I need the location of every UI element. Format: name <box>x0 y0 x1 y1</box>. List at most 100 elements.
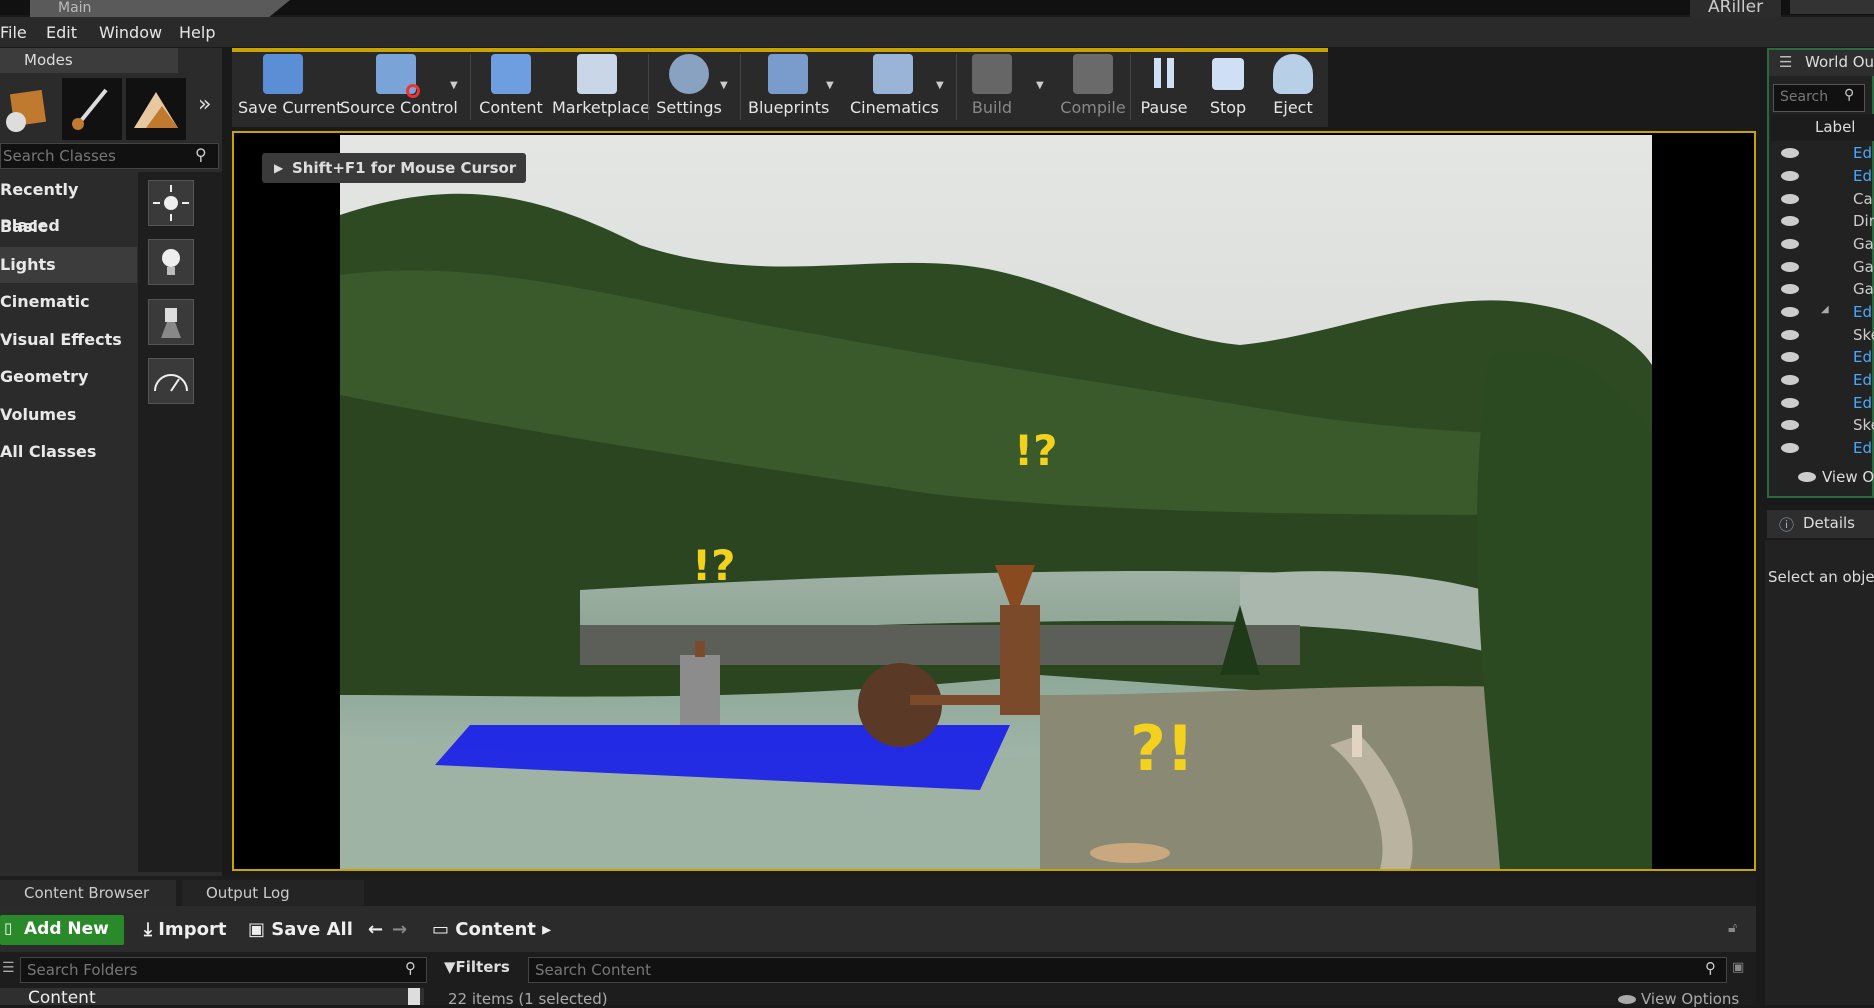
category-lights[interactable]: Lights <box>0 247 137 283</box>
visibility-eye-icon[interactable] <box>1781 307 1799 317</box>
outliner-label-column-header[interactable]: Label <box>1771 114 1874 141</box>
build-button[interactable]: Build <box>964 52 1020 122</box>
window-controls[interactable] <box>1790 0 1874 14</box>
outliner-search-input[interactable]: Search ⚲ <box>1773 84 1865 112</box>
outliner-row[interactable]: Ske <box>1771 324 1874 347</box>
visibility-eye-icon[interactable] <box>1781 420 1799 430</box>
settings-button[interactable]: Settings <box>656 52 722 122</box>
settings-dropdown-icon[interactable]: ▼ <box>720 80 728 91</box>
more-modes-icon[interactable]: » <box>198 92 211 117</box>
visibility-eye-icon[interactable] <box>1781 375 1799 385</box>
place-mode-icon[interactable] <box>0 78 60 140</box>
blueprints-button[interactable]: Blueprints <box>748 52 829 122</box>
cinematics-button[interactable]: Cinematics <box>850 52 939 122</box>
visibility-eye-icon[interactable] <box>1781 284 1799 294</box>
build-dropdown-icon[interactable]: ▼ <box>1036 80 1044 91</box>
eye-icon <box>1798 472 1816 482</box>
blueprints-dropdown-icon[interactable]: ▼ <box>826 80 834 91</box>
stop-button[interactable]: Stop <box>1200 52 1256 122</box>
history-forward-icon[interactable]: → <box>392 919 407 940</box>
import-button[interactable]: ⤓ Import <box>144 919 226 940</box>
visibility-eye-icon[interactable] <box>1781 262 1799 272</box>
visibility-eye-icon[interactable] <box>1781 148 1799 158</box>
directional-light-icon[interactable] <box>148 180 194 226</box>
search-content-input[interactable]: Search Content ⚲ <box>528 957 1727 983</box>
marketplace-button[interactable]: Marketplace <box>552 52 650 122</box>
content-view-options-label: View Options <box>1641 990 1740 1008</box>
source-control-button[interactable]: Source Control <box>340 52 458 122</box>
category-recently-placed[interactable]: Recently Placed <box>0 172 137 235</box>
save-icon <box>263 54 303 94</box>
new-file-icon: ▯ <box>4 919 13 937</box>
cinematics-dropdown-icon[interactable]: ▼ <box>936 80 944 91</box>
content-view-options-button[interactable]: View Options <box>1618 990 1739 1008</box>
category-volumes[interactable]: Volumes <box>0 397 137 433</box>
save-current-button[interactable]: Save Current <box>238 52 342 122</box>
content-path-breadcrumb[interactable]: ▭ Content ▸ <box>432 919 551 940</box>
search-icon: ⚲ <box>405 959 416 977</box>
category-cinematic[interactable]: Cinematic <box>0 284 137 320</box>
category-visual-effects[interactable]: Visual Effects <box>0 322 137 358</box>
scene-view[interactable]: !? !? ?! <box>340 135 1652 869</box>
lock-icon[interactable]: 🔓︎ <box>1728 920 1737 936</box>
sources-toggle-icon[interactable]: ☰ <box>2 960 15 976</box>
content-button[interactable]: Content <box>478 52 544 122</box>
outliner-row[interactable]: Ed <box>1771 392 1874 415</box>
save-all-button[interactable]: ▣ Save All <box>248 919 353 940</box>
eject-button[interactable]: Eject <box>1262 52 1324 122</box>
content-folder-tree-item[interactable]: Content <box>0 988 424 1008</box>
search-folders-input[interactable]: Search Folders ⚲ <box>20 957 427 983</box>
source-control-dropdown-icon[interactable]: ▼ <box>450 80 458 91</box>
point-light-icon[interactable] <box>148 239 194 285</box>
menu-file[interactable]: File <box>0 23 27 42</box>
filters-button[interactable]: ▼Filters <box>444 958 510 976</box>
outliner-row[interactable]: Dire <box>1771 210 1874 233</box>
modes-tab[interactable]: Modes <box>0 48 178 73</box>
details-tab[interactable]: ⓘ Details <box>1767 510 1874 538</box>
paint-mode-icon[interactable] <box>62 78 122 140</box>
pause-button[interactable]: Pause <box>1136 52 1192 122</box>
compile-button[interactable]: Compile <box>1060 52 1126 122</box>
outliner-row[interactable]: Gar <box>1771 256 1874 279</box>
visibility-eye-icon[interactable] <box>1781 194 1799 204</box>
output-log-tab[interactable]: Output Log <box>182 880 364 906</box>
outliner-row[interactable]: Ed <box>1771 142 1874 165</box>
outliner-row[interactable]: Car <box>1771 188 1874 211</box>
outliner-row[interactable]: Gar <box>1771 233 1874 256</box>
visibility-eye-icon[interactable] <box>1781 330 1799 340</box>
outliner-row[interactable]: Gar <box>1771 278 1874 301</box>
outliner-view-options-button[interactable]: View Op <box>1798 468 1874 486</box>
world-outliner-tab[interactable]: ☰ World Out <box>1769 50 1874 76</box>
expand-arrow-icon[interactable]: ◢ <box>1821 304 1829 315</box>
menu-window[interactable]: Window <box>99 23 162 42</box>
category-all-classes[interactable]: All Classes <box>0 434 137 470</box>
window-tab[interactable]: Main <box>30 0 290 17</box>
outliner-row[interactable]: Ed <box>1771 165 1874 188</box>
visibility-eye-icon[interactable] <box>1781 443 1799 453</box>
outliner-row[interactable]: Ed <box>1771 346 1874 369</box>
visibility-eye-icon[interactable] <box>1781 352 1799 362</box>
search-classes-input[interactable]: Search Classes ⚲ <box>0 143 219 169</box>
landscape-mode-icon[interactable] <box>126 78 186 140</box>
save-all-label: Save All <box>271 919 353 940</box>
content-browser-tab[interactable]: Content Browser <box>0 880 176 906</box>
menu-help[interactable]: Help <box>179 23 215 42</box>
spot-light-icon[interactable] <box>148 299 194 345</box>
add-new-button[interactable]: ▯ Add New <box>0 915 124 945</box>
history-back-icon[interactable]: ← <box>368 919 383 940</box>
level-viewport[interactable]: !? !? ?! ▶ Shift+F1 for Mouse Cursor <box>232 131 1756 871</box>
visibility-eye-icon[interactable] <box>1781 171 1799 181</box>
save-search-icon[interactable]: ▣ <box>1732 960 1744 975</box>
outliner-row[interactable]: Ske <box>1771 414 1874 437</box>
menu-edit[interactable]: Edit <box>46 23 77 42</box>
visibility-eye-icon[interactable] <box>1781 398 1799 408</box>
visibility-eye-icon[interactable] <box>1781 216 1799 226</box>
outliner-row[interactable]: Ed <box>1771 369 1874 392</box>
category-geometry[interactable]: Geometry <box>0 359 137 395</box>
outliner-row[interactable]: ◢ Ed <box>1771 301 1874 324</box>
outliner-row[interactable]: Ed <box>1771 437 1874 460</box>
visibility-eye-icon[interactable] <box>1781 239 1799 249</box>
sky-light-icon[interactable] <box>148 358 194 404</box>
category-basic[interactable]: Basic <box>0 209 137 245</box>
folder-scrollbar[interactable] <box>408 988 420 1005</box>
